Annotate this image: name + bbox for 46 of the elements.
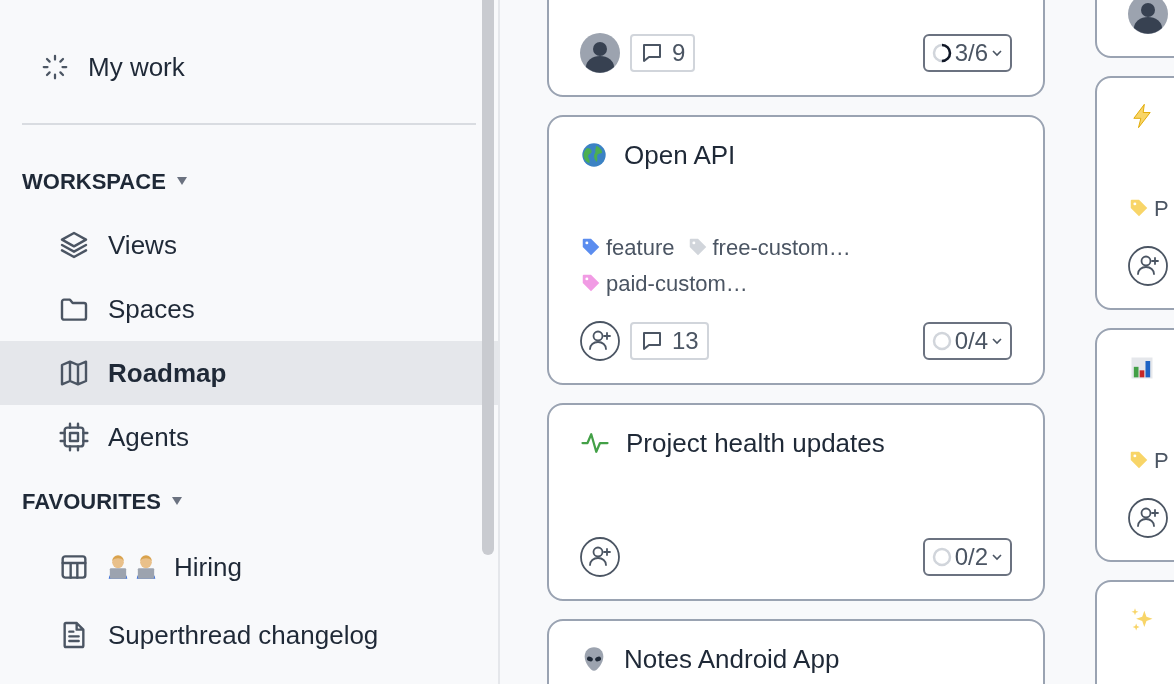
card[interactable]: P: [1095, 76, 1174, 310]
sidebar-item[interactable]: My work: [0, 35, 498, 99]
progress-button[interactable]: 3/6: [922, 34, 1012, 72]
chip-icon: [58, 421, 90, 453]
card[interactable]: Notes Android App: [547, 619, 1045, 684]
sidebar-item[interactable]: Agents: [0, 405, 498, 469]
avatar[interactable]: [1128, 0, 1168, 34]
add-assignee-icon[interactable]: [580, 321, 620, 361]
sidebar-item[interactable]: Spaces: [0, 277, 498, 341]
sidebar-item[interactable]: Superthread changelog: [0, 601, 498, 669]
card-title: Notes Android App: [624, 642, 840, 676]
card[interactable]: Open API feature free-custom… paid-custom… 13 0/4: [547, 115, 1045, 385]
sidebar-item[interactable]: Hiring: [0, 533, 498, 601]
tag-label: P: [1154, 446, 1169, 475]
comments-button[interactable]: 9: [630, 34, 696, 72]
layers-icon: [58, 229, 90, 261]
section-heading: FAVOURITES: [22, 487, 161, 516]
caret-icon[interactable]: [170, 496, 183, 506]
card[interactable]: P: [1095, 328, 1174, 562]
tag-label: feature: [606, 233, 675, 262]
card-title: Project health updates: [626, 426, 885, 460]
caret-icon[interactable]: [175, 176, 188, 186]
card[interactable]: Project health updates 0/2: [547, 403, 1045, 601]
globe-icon: [580, 141, 608, 169]
tag-label: paid-custom…: [606, 269, 748, 298]
progress-ring: [930, 42, 953, 64]
progress-ring: [930, 546, 953, 568]
sidebar-item[interactable]: Roadmap: [0, 341, 498, 405]
tag-label: free-custom…: [712, 233, 851, 262]
card[interactable]: 9 3/6: [547, 0, 1045, 97]
comments-button[interactable]: 13: [630, 322, 709, 360]
comment-icon: [640, 41, 664, 65]
progress-button[interactable]: 0/4: [922, 322, 1012, 360]
progress-button[interactable]: 0/2: [922, 538, 1012, 576]
sidebar-item[interactable]: Views: [0, 213, 498, 277]
tag-label: P: [1154, 194, 1169, 223]
section-heading: WORKSPACE: [22, 167, 166, 196]
add-assignee-icon[interactable]: [1128, 246, 1168, 286]
spinner-icon: [40, 52, 70, 82]
add-assignee-icon[interactable]: [580, 537, 620, 577]
progress-ring: [930, 330, 953, 352]
scrollbar-thumb[interactable]: [482, 0, 494, 555]
add-assignee-icon[interactable]: [1128, 498, 1168, 538]
card-title: Open API: [624, 138, 736, 172]
comment-icon: [640, 329, 664, 353]
avatar[interactable]: [580, 33, 620, 73]
